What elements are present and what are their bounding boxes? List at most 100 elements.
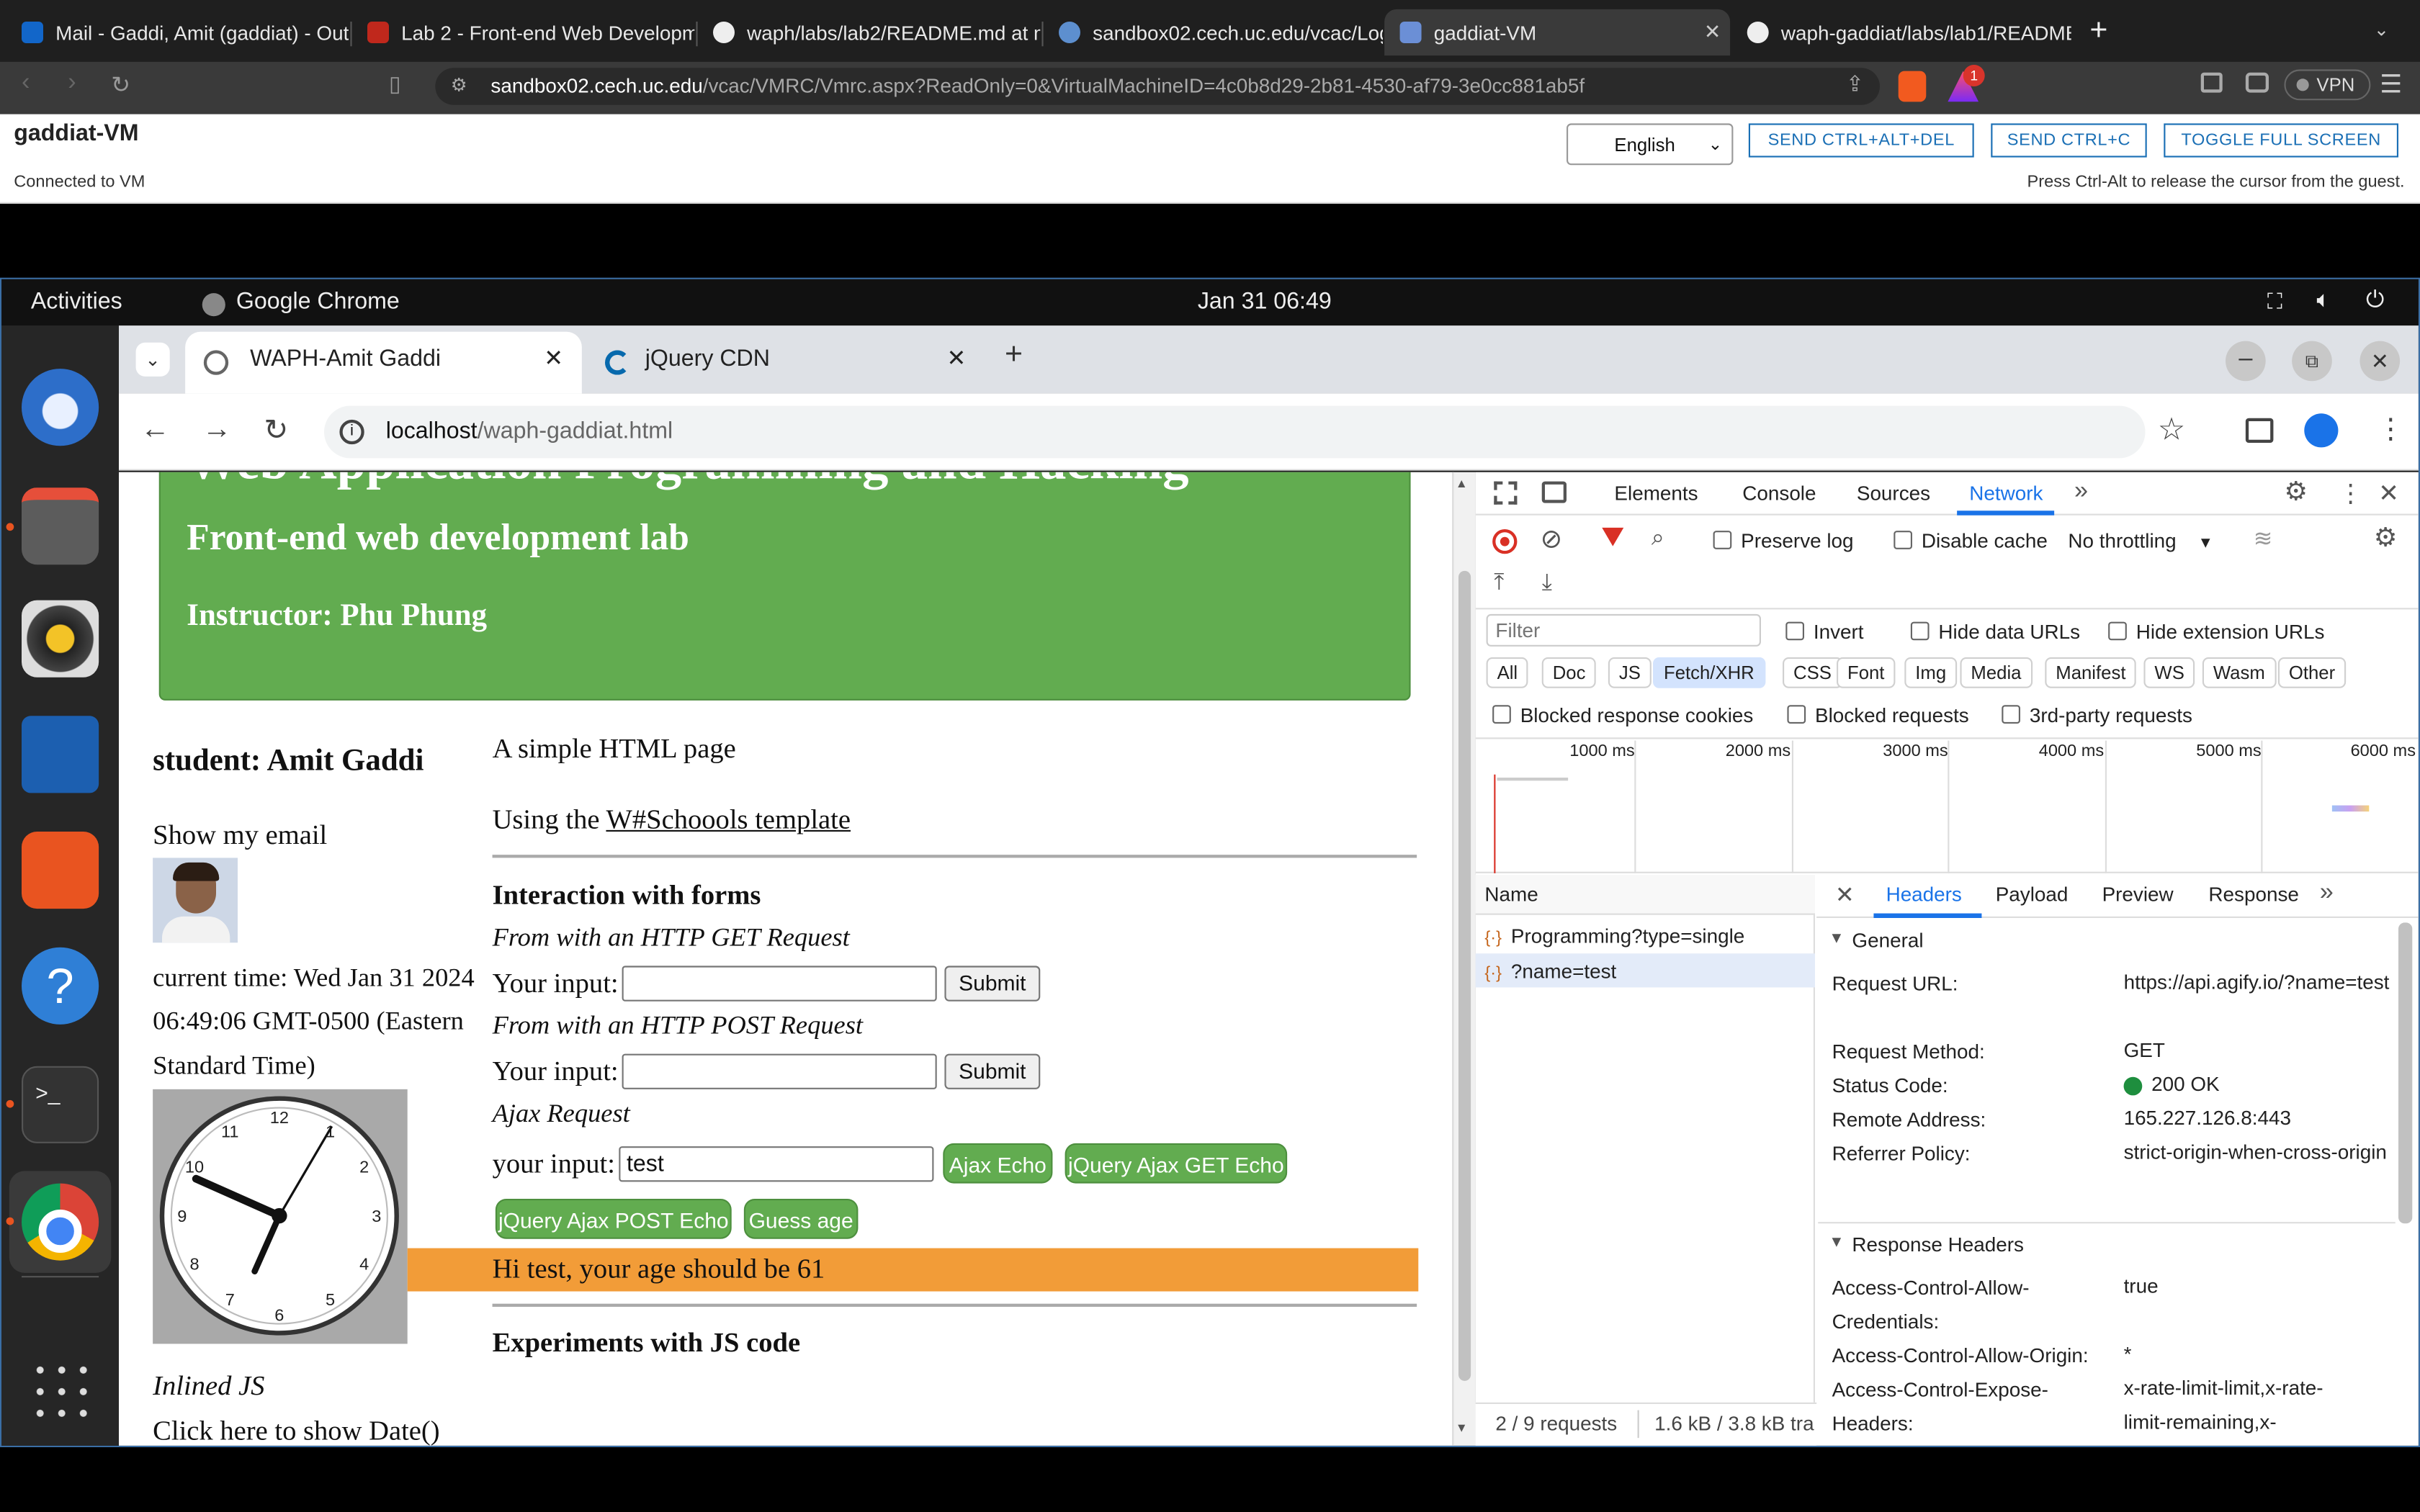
network-conditions-icon[interactable]: ≋ (2254, 525, 2273, 552)
name-column-header[interactable]: Name (1484, 883, 1538, 906)
toggle-full-screen-button[interactable]: TOGGLE FULL SCREEN (2164, 123, 2398, 158)
tab-search-icon[interactable]: ⌄ (135, 342, 170, 377)
host-tab-lab2[interactable]: Lab 2 - Front-end Web Developmen (352, 9, 694, 55)
show-email-link[interactable]: Show my email (153, 819, 327, 852)
tab-headers[interactable]: Headers (1886, 883, 1962, 906)
show-apps-icon[interactable] (29, 1359, 94, 1424)
more-tabs-icon[interactable]: » (2074, 478, 2088, 506)
request-row[interactable]: {·} ?name=test (1484, 960, 1616, 983)
new-tab-icon[interactable]: + (1005, 338, 1023, 373)
star-icon[interactable]: ☆ (2158, 410, 2185, 449)
host-tab-gaddiat-vm[interactable]: gaddiat-VM ✕ (1384, 9, 1731, 56)
vm-tab-waph[interactable]: WAPH-Amit Gaddi ✕ (185, 331, 582, 394)
vm-address-bar[interactable]: i localhost/waph-gaddiat.html (324, 405, 2146, 459)
search-icon[interactable]: ⌕ (1652, 525, 1664, 551)
ajax-echo-button[interactable]: Ajax Echo (943, 1143, 1053, 1184)
reload-icon[interactable]: ↻ (111, 71, 130, 99)
wallet-icon[interactable] (2245, 72, 2269, 93)
share-icon[interactable]: ⇪ (1846, 71, 1864, 97)
chip-other[interactable]: Other (2277, 657, 2347, 688)
guess-age-button[interactable]: Guess age (743, 1199, 859, 1239)
close-devtools-icon[interactable]: ✕ (2378, 478, 2399, 509)
network-settings-icon[interactable]: ⚙ (2374, 523, 2398, 554)
site-settings-icon[interactable]: ⚙ (451, 74, 467, 96)
post-submit-button[interactable]: Submit (944, 1053, 1041, 1089)
close-tab-icon[interactable]: ✕ (946, 332, 966, 387)
tab-console[interactable]: Console (1742, 482, 1816, 505)
tab-sources[interactable]: Sources (1857, 482, 1930, 505)
filter-input[interactable] (1486, 613, 1761, 647)
disable-cache-checkbox[interactable]: Disable cache (1894, 529, 2048, 552)
host-tab-sandbox-logout[interactable]: sandbox02.cech.uc.edu/vcac/Logou (1044, 9, 1383, 55)
vm-tab-jquery[interactable]: jQuery CDN ✕ (599, 332, 985, 394)
response-headers-section[interactable]: Response Headers (1852, 1233, 2023, 1256)
volume-icon[interactable]: 🔈︎ (2316, 287, 2330, 313)
language-select[interactable]: English ⌄ (1567, 123, 1734, 166)
chip-fetch-xhr[interactable]: Fetch/XHR (1653, 657, 1765, 688)
more-tabs-icon[interactable]: » (2320, 879, 2334, 907)
send-ctrl-c-button[interactable]: SEND CTRL+C (1991, 123, 2147, 158)
tab-network[interactable]: Network (1969, 482, 2043, 505)
sidebar-icon[interactable] (2200, 72, 2223, 93)
brave-shield-icon[interactable] (1898, 71, 1927, 102)
blocked-cookies-checkbox[interactable]: Blocked response cookies (1492, 703, 1753, 726)
bookmark-icon[interactable]: ▯ (389, 71, 401, 97)
reload-icon[interactable]: ↻ (264, 413, 288, 449)
info-icon[interactable]: i (339, 419, 364, 445)
chip-media[interactable]: Media (1960, 657, 2033, 688)
restore-icon[interactable]: ⧉ (2292, 341, 2332, 382)
new-tab-icon[interactable]: + (2089, 14, 2107, 49)
close-window-icon[interactable]: ✕ (2360, 341, 2401, 382)
back-icon[interactable]: ← (140, 413, 170, 447)
detail-scrollbar-thumb[interactable] (2398, 922, 2413, 1224)
clock[interactable]: Jan 31 06:49 (1198, 289, 1332, 315)
throttling-select[interactable]: No throttling ▼ (2068, 529, 2213, 552)
export-har-icon[interactable]: ⤓ (1542, 570, 1552, 595)
device-toolbar-icon[interactable] (1541, 481, 1567, 503)
scroll-up-icon[interactable]: ▲ (1456, 477, 1468, 490)
forward-icon[interactable]: → (202, 413, 232, 447)
tab-preview[interactable]: Preview (2102, 883, 2174, 906)
import-har-icon[interactable]: ⤒ (1494, 570, 1504, 595)
forward-icon[interactable]: › (68, 69, 76, 97)
tab-elements[interactable]: Elements (1614, 482, 1698, 505)
page-scrollbar[interactable] (1452, 472, 1476, 1446)
tab-payload[interactable]: Payload (1996, 883, 2069, 906)
settings-icon[interactable]: ⚙ (2284, 477, 2308, 508)
chip-img[interactable]: Img (1904, 657, 1958, 688)
hide-data-urls-checkbox[interactable]: Hide data URLs (1910, 620, 2080, 644)
invert-checkbox[interactable]: Invert (1785, 620, 1864, 644)
jquery-post-button[interactable]: jQuery Ajax POST Echo (495, 1199, 732, 1239)
chip-wasm[interactable]: Wasm (2202, 657, 2276, 688)
get-input[interactable] (622, 966, 937, 1002)
activities-button[interactable]: Activities (31, 289, 122, 315)
request-row[interactable]: {·} Programming?type=single (1484, 924, 1815, 948)
chip-manifest[interactable]: Manifest (2045, 657, 2137, 688)
writer-icon[interactable] (22, 716, 99, 793)
record-icon[interactable] (1492, 529, 1518, 554)
host-tab-github-lab1[interactable]: waph-gaddiat/labs/lab1/README.md (1731, 9, 2071, 55)
files-icon[interactable] (22, 487, 99, 565)
side-panel-icon[interactable] (2245, 418, 2274, 443)
scroll-down-icon[interactable]: ▼ (1456, 1421, 1468, 1435)
blocked-requests-checkbox[interactable]: Blocked requests (1787, 703, 1969, 726)
scrollbar-thumb[interactable] (1458, 570, 1471, 1381)
power-icon[interactable]: ⏻ (2366, 287, 2384, 313)
close-tab-icon[interactable]: ✕ (1704, 20, 1721, 45)
jquery-get-button[interactable]: jQuery Ajax GET Echo (1065, 1143, 1288, 1184)
send-ctrl-alt-del-button[interactable]: SEND CTRL+ALT+DEL (1748, 123, 1974, 158)
app-center-icon[interactable] (22, 832, 99, 909)
chip-doc[interactable]: Doc (1541, 657, 1597, 688)
third-party-checkbox[interactable]: 3rd-party requests (2002, 703, 2192, 726)
kebab-menu-icon[interactable]: ⋮ (2338, 478, 2362, 509)
get-submit-button[interactable]: Submit (944, 966, 1041, 1002)
inspect-icon[interactable] (1494, 481, 1518, 505)
host-tab-mail[interactable]: Mail - Gaddi, Amit (gaddiat) - Outlo (6, 9, 349, 55)
terminal-icon[interactable]: >_ (22, 1066, 99, 1143)
chip-font[interactable]: Font (1837, 657, 1896, 688)
back-icon[interactable]: ‹ (22, 69, 30, 97)
show-date-link[interactable]: Click here to show Date() (153, 1415, 439, 1446)
host-tab-github-lab2[interactable]: waph/labs/lab2/README.md at mair (698, 9, 1040, 55)
profile-avatar-icon[interactable] (2304, 413, 2339, 448)
post-input[interactable] (622, 1053, 937, 1089)
